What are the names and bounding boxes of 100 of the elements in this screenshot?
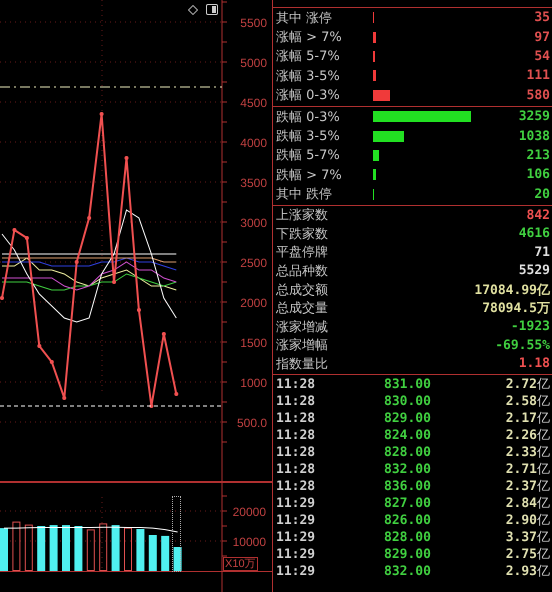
axis-label: 5500 [240, 16, 267, 30]
row-label: 跌幅 > 7% [276, 166, 343, 184]
tick-amount: 2.33 [504, 444, 537, 460]
volume-bar [62, 525, 70, 571]
panel-toggle-icon[interactable] [206, 4, 218, 15]
amount-unit: 亿 [537, 478, 550, 496]
amount-unit: 亿 [537, 563, 550, 580]
tick-time: 11:29 [276, 496, 316, 511]
tick-price: 832.00 [384, 462, 432, 477]
volume-bar [24, 524, 33, 571]
tick-amount: 2.37 [504, 478, 537, 494]
volume-bar [50, 525, 58, 571]
amount-unit: 亿 [537, 444, 550, 462]
tick-amount: 2.84 [504, 496, 537, 511]
amount-unit: 亿 [537, 376, 550, 394]
count-value: 97 [533, 30, 550, 45]
row-label: 其中 跌停 [276, 186, 334, 204]
stat-label: 上涨家数 [276, 207, 328, 224]
axis-label: 2000 [240, 296, 267, 310]
stat-value: 17084.99亿 [474, 282, 550, 299]
tick-time: 11:29 [276, 546, 316, 562]
data-point [100, 112, 104, 116]
tick-price: 831.00 [384, 376, 432, 392]
tick-price: 826.00 [384, 512, 432, 528]
stat-label: 总成交额 [276, 282, 328, 299]
count-bar [373, 32, 376, 43]
data-point [24, 236, 29, 240]
count-value: 54 [533, 48, 550, 64]
tick-price: 829.00 [384, 546, 432, 562]
data-point [12, 228, 16, 232]
tick-price: 836.00 [384, 478, 432, 494]
volume-bar [124, 528, 132, 571]
amount-unit: 亿 [537, 461, 550, 478]
data-point [136, 308, 141, 312]
volume-bar [112, 525, 120, 571]
data-point [0, 296, 4, 300]
tick-amount: 2.71 [504, 462, 537, 477]
count-value: 213 [526, 148, 550, 163]
diamond-icon[interactable] [188, 5, 198, 15]
tick-time: 11:28 [276, 478, 316, 494]
stat-label: 下跌家数 [276, 226, 328, 243]
data-point [149, 404, 154, 408]
stat-value: 842 [526, 208, 550, 223]
tick-amount: 2.93 [504, 564, 537, 579]
stat-label: 指数量比 [276, 356, 328, 373]
tick-amount: 2.58 [504, 394, 537, 409]
tick-time: 11:28 [276, 428, 316, 443]
tick-amount: 2.72 [504, 376, 537, 392]
count-bar [373, 150, 380, 161]
axis-label: 1500 [240, 336, 267, 350]
count-bar [373, 130, 404, 142]
stat-label: 平盘停牌 [276, 244, 328, 262]
axis-label: 2500 [240, 256, 267, 270]
axis-label: 3000 [240, 216, 267, 230]
row-label: 跌幅 3-5% [276, 128, 341, 146]
stat-value: -1923 [510, 319, 550, 334]
count-value: 35 [533, 10, 550, 26]
count-bar [373, 169, 376, 180]
volume-bar [148, 535, 157, 571]
row-label: 跌幅 5-7% [276, 147, 341, 164]
row-label: 跌幅 0-3% [276, 108, 341, 126]
data-point [162, 332, 166, 336]
tick-amount: 2.17 [504, 410, 537, 426]
count-value: 106 [526, 167, 550, 182]
amount-unit: 亿 [537, 410, 550, 428]
tick-amount: 2.75 [504, 546, 537, 562]
tick-price: 828.00 [384, 444, 432, 460]
row-label: 涨幅 3-5% [276, 68, 341, 85]
data-point [174, 392, 178, 396]
tick-price: 828.00 [384, 530, 432, 545]
stat-value: 1.18 [518, 356, 550, 372]
count-value: 580 [526, 88, 550, 103]
count-value: 1038 [518, 128, 550, 144]
data-point [112, 280, 116, 284]
row-label: 涨幅 5-7% [276, 48, 341, 66]
volume-bar [161, 536, 170, 571]
volume-bar [86, 529, 95, 571]
axis-label: 4500 [240, 96, 267, 110]
row-label: 涨幅 0-3% [276, 87, 341, 104]
row-label: 其中 涨停 [276, 10, 334, 27]
volume-bar [99, 523, 108, 571]
count-bar [373, 70, 376, 82]
volume-bar [0, 528, 8, 571]
tick-time: 11:29 [276, 512, 316, 528]
axis-label: 5000 [240, 56, 267, 70]
count-value: 20 [533, 186, 550, 202]
tick-time: 11:28 [276, 394, 316, 409]
axis-label: 1000 [240, 376, 267, 390]
tick-time: 11:28 [276, 376, 316, 392]
stat-value: -69.55% [495, 338, 550, 353]
stat-value: 5529 [518, 263, 550, 278]
row-label: 涨幅 > 7% [276, 29, 343, 46]
volume-bar [174, 547, 182, 571]
volume-bar [74, 526, 82, 571]
data-point [62, 396, 66, 400]
data-point [87, 216, 92, 220]
amount-unit: 亿 [537, 546, 550, 564]
tick-time: 11:29 [276, 564, 316, 579]
stat-value: 78094.5万 [482, 300, 550, 318]
data-point [37, 344, 42, 348]
